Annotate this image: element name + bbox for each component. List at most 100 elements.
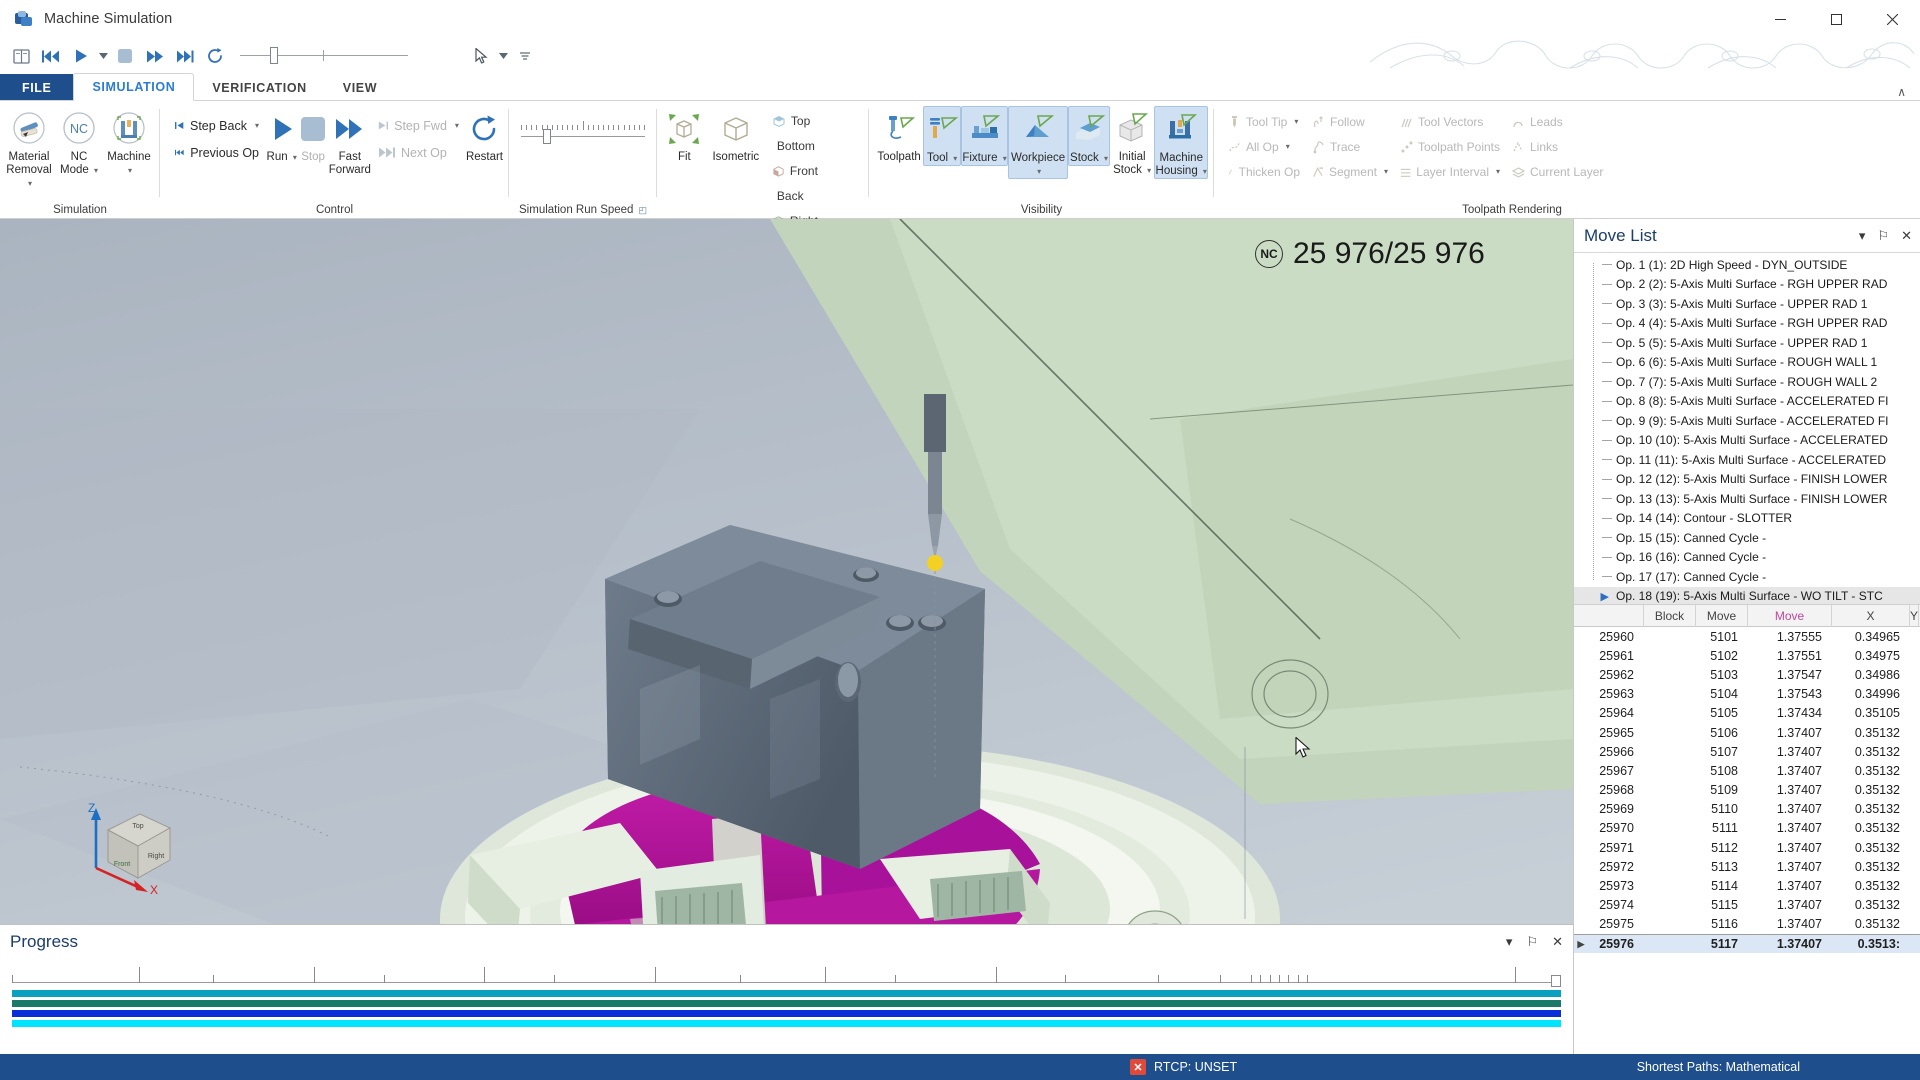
view-back-button[interactable]: Back <box>766 183 808 208</box>
tool-tip-button[interactable]: Tool Tip ▾ <box>1222 109 1306 134</box>
next-op-button[interactable]: Next Op <box>371 139 466 166</box>
restart-loop-icon[interactable] <box>200 42 230 70</box>
move-list-item[interactable]: Op. 7 (7): 5-Axis Multi Surface - ROUGH … <box>1574 372 1920 392</box>
progress-close-icon[interactable]: ✕ <box>1552 934 1563 950</box>
move-list-item[interactable]: Op. 1 (1): 2D High Speed - DYN_OUTSIDE <box>1574 255 1920 275</box>
fast-forward-icon[interactable] <box>140 42 170 70</box>
simulation-viewport[interactable]: NC 25 976/25 976 1.60 in Top Front Right… <box>0 219 1573 1080</box>
visibility-toolpath-button[interactable]: Toolpath <box>875 106 923 164</box>
run-speed-slider[interactable] <box>521 106 645 144</box>
move-grid-row[interactable]: 25960 5101 1.37555 0.34965 <box>1574 627 1920 646</box>
tab-verification[interactable]: VERIFICATION <box>194 74 324 101</box>
move-list-item[interactable]: Op. 5 (5): 5-Axis Multi Surface - UPPER … <box>1574 333 1920 353</box>
move-list-item[interactable]: Op. 6 (6): 5-Axis Multi Surface - ROUGH … <box>1574 353 1920 373</box>
move-list-item[interactable]: Op. 11 (11): 5-Axis Multi Surface - ACCE… <box>1574 450 1920 470</box>
leads-button[interactable]: Leads <box>1506 109 1616 134</box>
progress-ruler[interactable] <box>12 963 1561 987</box>
visibility-stock-button[interactable]: Stock ▾ <box>1068 106 1110 166</box>
stop-button[interactable]: Stop <box>297 106 328 164</box>
links-button[interactable]: Links <box>1506 134 1616 159</box>
layer-interval-button[interactable]: Layer Interval ▾ <box>1394 159 1506 184</box>
move-list-item[interactable]: Op. 16 (16): Canned Cycle - <box>1574 548 1920 568</box>
select-dropdown-caret[interactable] <box>496 42 510 70</box>
segment-button[interactable]: Segment ▾ <box>1306 159 1394 184</box>
qat-overflow-icon[interactable] <box>510 42 540 70</box>
move-list-item[interactable]: Op. 14 (14): Contour - SLOTTER <box>1574 509 1920 529</box>
move-list-item[interactable]: Op. 2 (2): 5-Axis Multi Surface - RGH UP… <box>1574 275 1920 295</box>
visibility-machine-housing-button[interactable]: Machine Housing ▾ <box>1154 106 1209 179</box>
move-grid-body[interactable]: 25960 5101 1.37555 0.34965 25961 5102 1.37551 0… <box>1574 627 1920 1062</box>
move-grid-row[interactable]: 25966 5107 1.37407 0.35132 <box>1574 742 1920 761</box>
move-grid-column-header[interactable]: Block <box>1644 605 1696 627</box>
follow-button[interactable]: Follow <box>1306 109 1394 134</box>
view-bottom-button[interactable]: Bottom <box>766 133 815 158</box>
visibility-initial-stock-button[interactable]: Initial Stock ▾ <box>1110 106 1155 177</box>
previous-op-button[interactable]: Previous Op <box>168 139 266 166</box>
move-list-close-icon[interactable]: ✕ <box>1901 228 1912 244</box>
run-speed-thumb[interactable] <box>543 129 551 144</box>
thicken-op-button[interactable]: Thicken Op <box>1222 159 1306 184</box>
visibility-workpiece-button[interactable]: Workpiece ▾ <box>1007 106 1069 179</box>
move-grid-row[interactable]: 25971 5112 1.37407 0.35132 <box>1574 838 1920 857</box>
skip-to-end-icon[interactable] <box>170 42 200 70</box>
move-grid-row[interactable]: 25968 5109 1.37407 0.35132 <box>1574 781 1920 800</box>
move-grid-row[interactable]: 25969 5110 1.37407 0.35132 <box>1574 800 1920 819</box>
rewind-to-start-icon[interactable] <box>36 42 66 70</box>
trace-button[interactable]: Trace <box>1306 134 1394 159</box>
move-list-pin-icon[interactable]: ⚐ <box>1877 228 1889 244</box>
current-layer-button[interactable]: Current Layer <box>1506 159 1616 184</box>
move-grid-row[interactable]: 25963 5104 1.37543 0.34996 <box>1574 685 1920 704</box>
view-front-button[interactable]: Front <box>766 158 824 183</box>
move-grid-row[interactable]: 25964 5105 1.37434 0.35105 <box>1574 704 1920 723</box>
nc-mode-button[interactable]: NC NC Mode ▾ <box>54 106 104 177</box>
move-list-item[interactable]: Op. 4 (4): 5-Axis Multi Surface - RGH UP… <box>1574 314 1920 334</box>
move-grid-row[interactable]: 25965 5106 1.37407 0.35132 <box>1574 723 1920 742</box>
run-button[interactable]: Run ▾ <box>266 106 297 164</box>
move-grid-row[interactable]: 25974 5115 1.37407 0.35132 <box>1574 896 1920 915</box>
toolpath-points-button[interactable]: Toolpath Points <box>1394 134 1506 159</box>
tab-view[interactable]: VIEW <box>325 74 395 101</box>
move-grid-column-header[interactable]: Move <box>1696 605 1748 627</box>
all-op-button[interactable]: All Op ▾ <box>1222 134 1306 159</box>
move-list-item[interactable]: Op. 9 (9): 5-Axis Multi Surface - ACCELE… <box>1574 411 1920 431</box>
progress-end-marker[interactable] <box>1551 975 1561 987</box>
move-grid-row[interactable]: 25962 5103 1.37547 0.34986 <box>1574 665 1920 684</box>
move-list-item[interactable]: Op. 13 (13): 5-Axis Multi Surface - FINI… <box>1574 489 1920 509</box>
stop-icon[interactable] <box>110 42 140 70</box>
move-grid-row[interactable]: ▶ 25976 5117 1.37407 0.3513: <box>1574 934 1920 954</box>
close-button[interactable] <box>1864 0 1920 38</box>
progress-pin-icon[interactable]: ⚐ <box>1526 934 1538 950</box>
move-grid-row[interactable]: 25967 5108 1.37407 0.35132 <box>1574 761 1920 780</box>
move-list-item[interactable]: Op. 12 (12): 5-Axis Multi Surface - FINI… <box>1574 470 1920 490</box>
visibility-fixture-button[interactable]: Fixture ▾ <box>961 106 1008 166</box>
play-icon[interactable] <box>66 42 96 70</box>
visibility-tool-button[interactable]: Tool ▾ <box>923 106 962 166</box>
restart-button[interactable]: Restart <box>466 106 503 164</box>
view-top-button[interactable]: Top <box>766 108 824 133</box>
fast-forward-button[interactable]: Fast Forward <box>329 106 371 177</box>
move-grid-column-header[interactable]: X <box>1832 605 1910 627</box>
isometric-view-button[interactable]: Isometric <box>706 106 766 164</box>
move-grid-row[interactable]: 25972 5113 1.37407 0.35132 <box>1574 857 1920 876</box>
move-grid-row[interactable]: 25961 5102 1.37551 0.34975 <box>1574 646 1920 665</box>
tab-file[interactable]: FILE <box>0 74 74 101</box>
open-file-icon[interactable] <box>6 42 36 70</box>
move-grid-column-header[interactable]: Move <box>1748 605 1832 627</box>
move-grid-row[interactable]: 25975 5116 1.37407 0.35132 <box>1574 915 1920 934</box>
move-list-dropdown-icon[interactable]: ▾ <box>1859 228 1866 244</box>
move-list-tree[interactable]: Op. 1 (1): 2D High Speed - DYN_OUTSIDE Op… <box>1574 253 1920 605</box>
collapse-ribbon-button[interactable]: ∧ <box>1897 85 1906 101</box>
move-list-item[interactable]: Op. 10 (10): 5-Axis Multi Surface - ACCE… <box>1574 431 1920 451</box>
move-list-item[interactable]: Op. 17 (17): Canned Cycle - <box>1574 567 1920 587</box>
move-list-item[interactable]: ▶ Op. 18 (19): 5-Axis Multi Surface - WO … <box>1574 586 1920 604</box>
step-fwd-button[interactable]: Step Fwd ▾ <box>371 112 466 139</box>
speed-slider-thumb[interactable] <box>270 47 278 64</box>
move-grid-row[interactable]: 25973 5114 1.37407 0.35132 <box>1574 876 1920 895</box>
machine-button[interactable]: Machine ▾ <box>104 106 154 177</box>
select-cursor-icon[interactable] <box>466 42 496 70</box>
tool-vectors-button[interactable]: Tool Vectors <box>1394 109 1506 134</box>
run-speed-dialog-launcher[interactable]: ◰ <box>638 203 647 218</box>
play-dropdown-caret[interactable] <box>96 42 110 70</box>
speed-slider[interactable] <box>240 42 408 70</box>
minimize-button[interactable] <box>1752 0 1808 38</box>
